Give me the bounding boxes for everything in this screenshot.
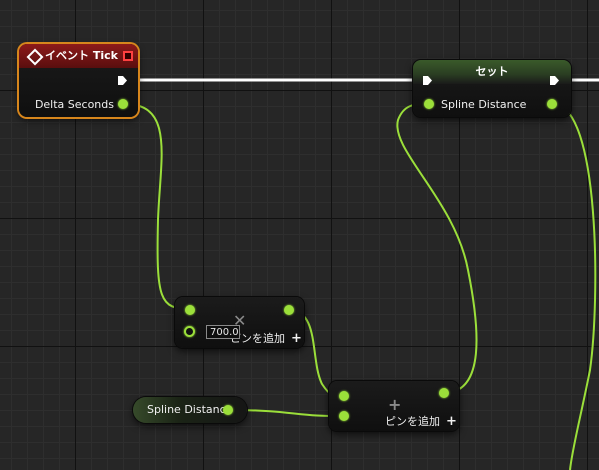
multiply-value-input[interactable]: 700.0 [206, 325, 240, 339]
multiply-add-pin-button[interactable]: ピンを追加 + [230, 330, 302, 346]
set-value-out-pin[interactable] [547, 99, 557, 109]
multiply-in-a-pin[interactable] [185, 305, 195, 315]
plus-icon: + [446, 414, 457, 429]
set-exec-out-pin[interactable] [549, 75, 560, 86]
wire-var-to-add [230, 409, 345, 418]
plus-icon: + [388, 395, 402, 414]
event-diamond-icon [26, 48, 44, 66]
delegate-pin[interactable] [123, 51, 133, 61]
multiply-out-pin[interactable] [284, 305, 294, 315]
wire-delta-to-multiply [124, 103, 191, 310]
event-tick-header: イベント Tick [19, 44, 138, 68]
spline-distance-getter-node[interactable]: Spline Distance [133, 397, 247, 423]
add-add-pin-label: ピンを追加 [385, 415, 440, 428]
wire-set-out-offscreen [552, 103, 597, 470]
set-value-in-pin[interactable] [424, 99, 434, 109]
multiply-node[interactable]: ✕ ピンを追加 + [175, 297, 304, 348]
plus-icon: + [291, 331, 302, 346]
multiply-in-b-pin[interactable] [184, 326, 195, 337]
set-node-title: セット [475, 65, 509, 78]
wire-add-to-set [396, 103, 478, 394]
set-spline-distance-node[interactable]: セット Spline Distance [413, 60, 571, 117]
add-in-a-pin[interactable] [339, 391, 349, 401]
add-out-pin[interactable] [439, 388, 449, 398]
exec-out-pin[interactable] [117, 75, 128, 86]
add-in-b-pin[interactable] [339, 411, 349, 421]
set-exec-in-pin[interactable] [422, 75, 433, 86]
event-tick-title: イベント Tick [45, 49, 118, 62]
set-pin-label: Spline Distance [441, 98, 527, 111]
spline-distance-getter-pin[interactable] [223, 405, 233, 415]
set-node-header: セット [413, 60, 571, 84]
delta-seconds-label: Delta Seconds [34, 98, 114, 111]
add-node[interactable]: + ピンを追加 + [329, 381, 459, 431]
delta-seconds-pin[interactable] [118, 99, 128, 109]
spline-distance-getter-label: Spline Distance [147, 403, 233, 416]
add-add-pin-button[interactable]: ピンを追加 + [385, 413, 457, 429]
event-tick-node[interactable]: イベント Tick Delta Seconds [19, 44, 138, 117]
